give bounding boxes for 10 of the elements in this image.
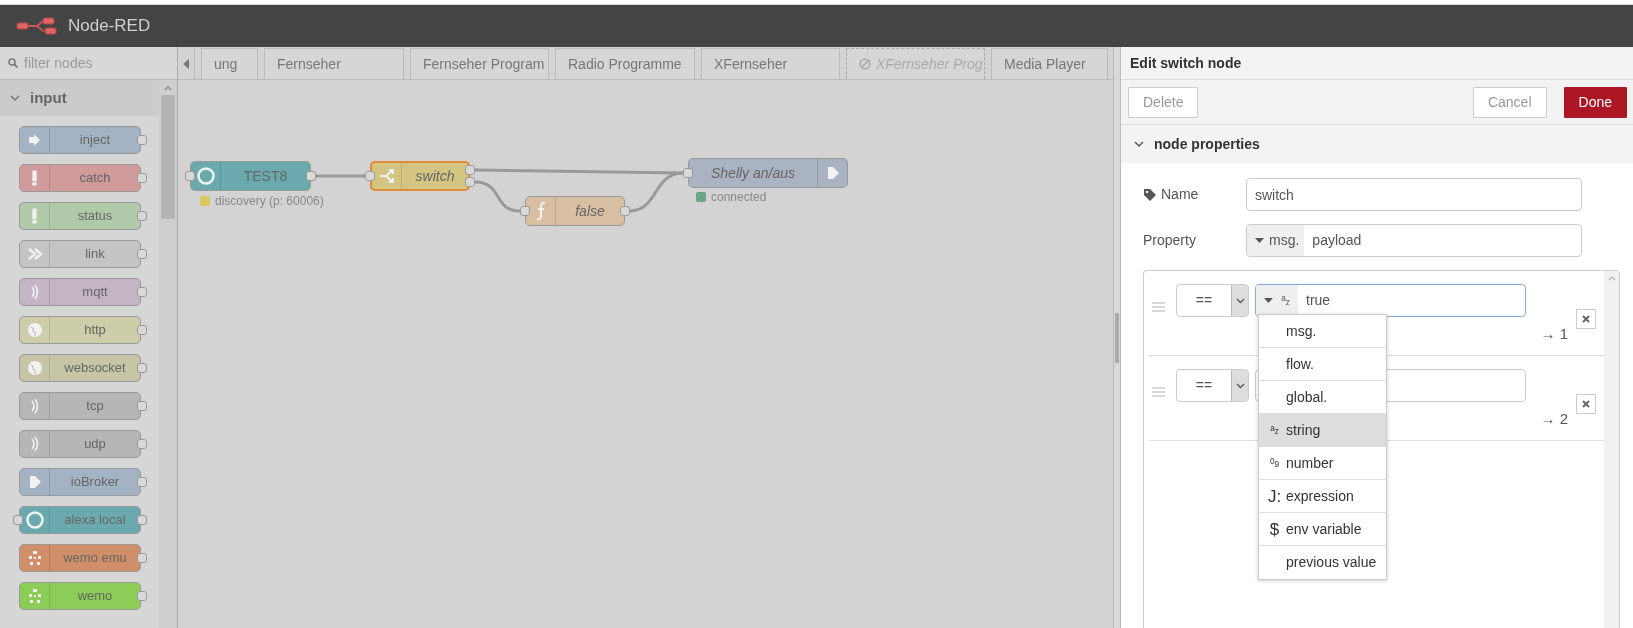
app-title: Node-RED — [68, 15, 151, 38]
type-icon: J: — [1267, 487, 1282, 505]
panel-title: Edit switch node — [1121, 47, 1633, 80]
type-icon: $ — [1267, 520, 1282, 538]
field-label: Property — [1143, 231, 1196, 250]
output-label: → 1 — [1540, 323, 1568, 344]
status-text: discovery (p: 60006) — [215, 193, 324, 210]
field-label: Name — [1161, 185, 1199, 204]
output-label: → 2 — [1540, 408, 1568, 429]
status-text: connected — [711, 189, 767, 206]
